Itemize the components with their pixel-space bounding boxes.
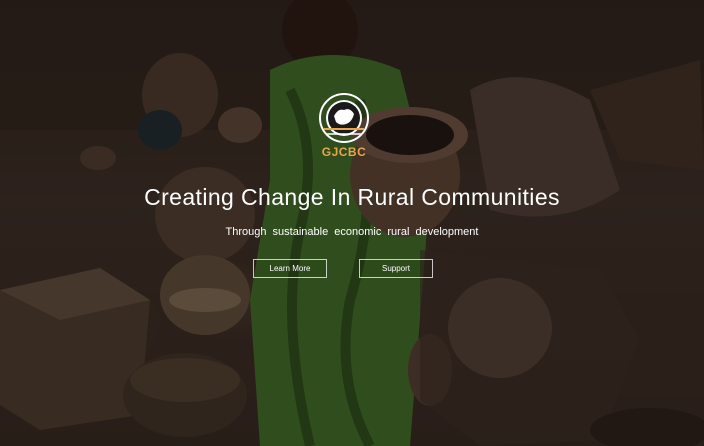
learn-more-button[interactable]: Learn More — [253, 259, 327, 278]
hero-headline: Creating Change In Rural Communities — [144, 184, 560, 210]
hero-content: GJCBC Creating Change In Rural Communiti… — [0, 0, 704, 446]
gjcbc-logo[interactable]: GJCBC — [316, 90, 372, 162]
logo-text: GJCBC — [321, 145, 367, 159]
hero-subline: Through sustainable economic rural devel… — [225, 226, 479, 238]
support-button[interactable]: Support — [359, 259, 433, 278]
hero-section: GJCBC Creating Change In Rural Communiti… — [0, 0, 704, 446]
logo-emblem-icon — [319, 93, 369, 143]
